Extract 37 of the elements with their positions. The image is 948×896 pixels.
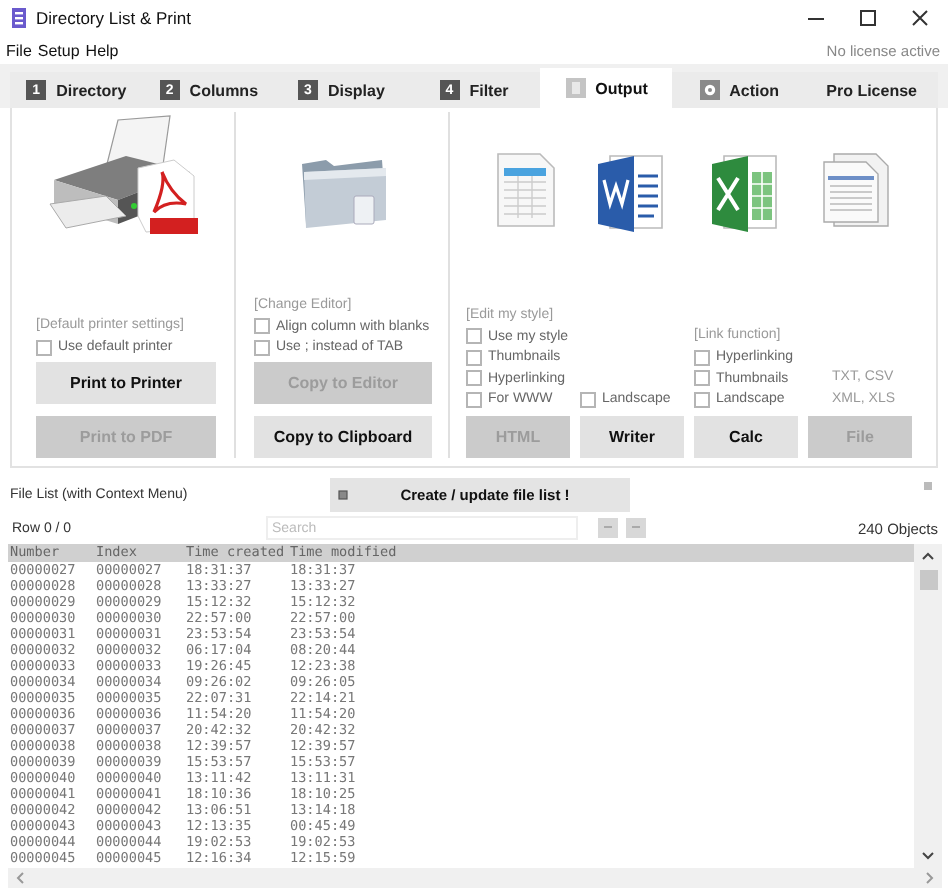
tab[interactable]: Output [540, 68, 673, 108]
menu-item[interactable]: Help [85, 41, 119, 59]
checkbox[interactable] [580, 391, 596, 408]
gear-icon [699, 80, 720, 100]
page-icon [565, 78, 586, 98]
action-button[interactable]: Writer [580, 416, 684, 458]
menu-item[interactable]: Setup [37, 41, 80, 59]
menu-item[interactable]: File [6, 41, 32, 59]
scrollbar-thumb[interactable] [919, 570, 937, 590]
checkbox[interactable] [254, 339, 270, 356]
action-button[interactable]: Calc [694, 416, 798, 458]
checkbox[interactable] [466, 328, 482, 345]
next-button[interactable] [626, 518, 646, 538]
table-page-icon [496, 152, 557, 228]
data-file-icon [821, 152, 890, 228]
horizontal-scrollbar[interactable] [8, 868, 942, 888]
checkbox[interactable] [36, 339, 52, 356]
checkbox[interactable] [694, 391, 710, 408]
vertical-scrollbar[interactable] [914, 544, 942, 868]
action-button[interactable]: Print to Printer [36, 362, 216, 404]
square-icon [338, 489, 348, 499]
window-title: Directory List & Print [36, 8, 193, 28]
dash-icon [604, 526, 612, 530]
previous-button[interactable] [598, 518, 618, 538]
checkbox[interactable] [694, 370, 710, 387]
dash-icon [632, 526, 640, 530]
checkbox[interactable] [466, 349, 482, 366]
action-button[interactable]: Copy to Clipboard [254, 416, 432, 458]
app-icon [10, 8, 28, 28]
checkbox[interactable] [466, 391, 482, 408]
tab[interactable]: Action [672, 72, 806, 108]
tab[interactable]: Pro License [805, 72, 938, 108]
close-icon[interactable] [912, 10, 928, 26]
checkbox[interactable] [694, 349, 710, 366]
maximize-icon[interactable] [860, 10, 876, 26]
checkbox[interactable] [466, 370, 482, 387]
checkbox[interactable] [254, 318, 270, 335]
